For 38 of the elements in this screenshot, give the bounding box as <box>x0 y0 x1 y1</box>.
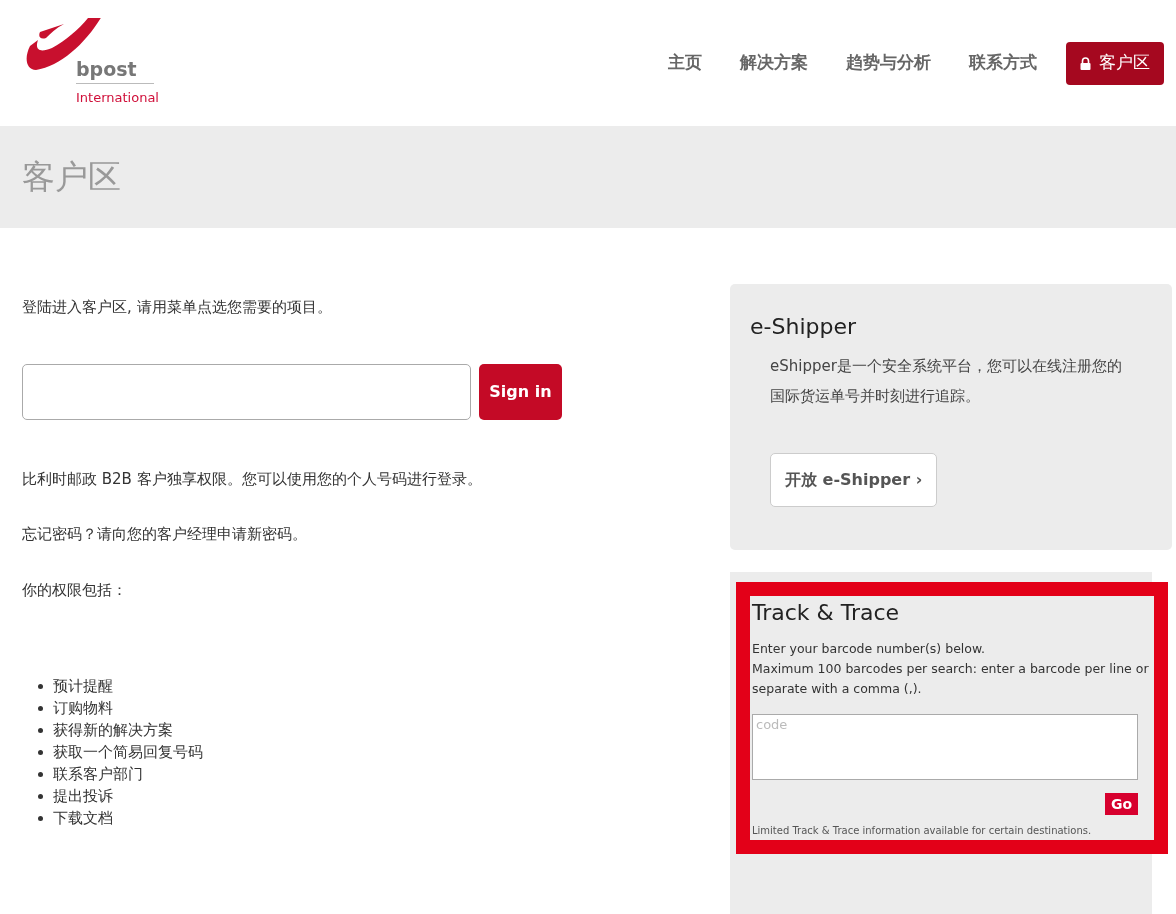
nav-link[interactable]: 解决方案 <box>723 50 825 76</box>
track-title: Track & Trace <box>752 599 901 627</box>
privilege-item: 获取一个简易回复号码 <box>53 742 203 763</box>
bullet-icon <box>38 815 43 821</box>
logo-wordmark: bpost <box>76 60 154 85</box>
login-input-field[interactable] <box>22 363 471 420</box>
info-text: 忘记密码？请向您的客户经理申请新密码。 <box>22 524 308 545</box>
privilege-item: 联系客户部门 <box>53 764 143 785</box>
bullet-icon <box>38 749 43 755</box>
info-text: 比利时邮政 B2B 客户独享权限。您可以使用您的个人号码进行登录。 <box>22 468 483 490</box>
bullet-icon <box>38 771 43 777</box>
info-text: 你的权限包括： <box>22 579 128 601</box>
privilege-item: 获得新的解决方案 <box>53 720 173 741</box>
open-eshipper-button[interactable]: 开放 e-Shipper › <box>770 453 938 507</box>
nav-link[interactable]: 联系方式 <box>952 50 1054 76</box>
eshipper-description: eShipper是一个安全系统平台，您可以在线注册您的国际货运单号并时刻进行追踪。 <box>769 356 1123 407</box>
logo-subtitle: International <box>76 89 159 108</box>
privilege-item: 下载文档 <box>53 808 113 829</box>
nav-link[interactable]: 趋势与分析 <box>829 50 948 76</box>
nav-link[interactable]: 主页 <box>651 50 719 76</box>
privilege-item: 提出投诉 <box>53 786 113 807</box>
barcode-input-field[interactable]: code <box>752 714 1138 780</box>
page-title: 客户区 <box>22 156 121 199</box>
nav-link[interactable]: 客户区 <box>1066 41 1164 85</box>
privilege-item: 预计提醒 <box>53 676 113 697</box>
bullet-icon <box>38 727 43 733</box>
bullet-icon <box>38 705 43 711</box>
bullet-icon <box>38 793 43 799</box>
track-instruction: Enter your barcode number(s) below. <box>752 640 986 658</box>
eshipper-title: e-Shipper <box>750 313 857 341</box>
track-note: Limited Track & Trace information available for certain destinations. <box>752 824 1093 838</box>
bullet-icon <box>38 683 43 689</box>
go-button[interactable]: Go <box>1104 793 1138 815</box>
lock-icon <box>1080 56 1091 70</box>
track-instruction: Maximum 100 barcodes per search: enter a barcode per line or separate with a comma (,). <box>752 660 1150 698</box>
intro-text: 登陆进入客户区, 请用菜单点选您需要的项目。 <box>22 297 333 318</box>
sign-in-button[interactable]: Sign in <box>479 363 562 420</box>
privilege-item: 订购物料 <box>53 698 113 719</box>
